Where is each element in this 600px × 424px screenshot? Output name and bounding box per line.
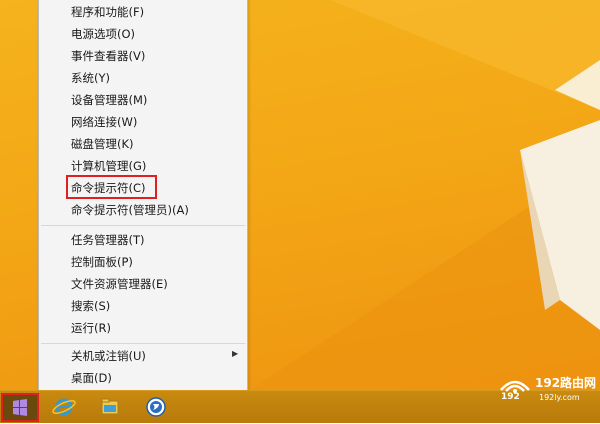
- internet-explorer-button[interactable]: [48, 394, 80, 420]
- watermark-logo: 192路由网 192 192ly.com: [497, 374, 597, 408]
- menu-item-programs-features[interactable]: 程序和功能(F): [71, 5, 144, 19]
- internet-explorer-icon: [52, 398, 76, 416]
- menu-item-device-manager[interactable]: 设备管理器(M): [71, 93, 147, 107]
- store-icon: [146, 397, 166, 417]
- file-explorer-button[interactable]: [94, 394, 126, 420]
- menu-item-task-manager[interactable]: 任务管理器(T): [71, 233, 145, 247]
- menu-item-run[interactable]: 运行(R): [71, 321, 111, 335]
- windows-start-icon: [13, 399, 27, 416]
- menu-item-network-connections[interactable]: 网络连接(W): [71, 115, 137, 129]
- menu-item-system[interactable]: 系统(Y): [71, 71, 110, 85]
- menu-item-event-viewer[interactable]: 事件查看器(V): [71, 49, 145, 63]
- menu-item-shutdown-signout[interactable]: 关机或注销(U): [71, 349, 146, 363]
- submenu-arrow-icon: ▶: [232, 349, 239, 358]
- store-button[interactable]: [140, 394, 172, 420]
- menu-item-control-panel[interactable]: 控制面板(P): [71, 255, 133, 269]
- menu-item-search[interactable]: 搜索(S): [71, 299, 110, 313]
- start-button[interactable]: [1, 393, 39, 422]
- menu-separator: [41, 225, 245, 226]
- menu-item-desktop[interactable]: 桌面(D): [71, 371, 112, 385]
- watermark-number: 192: [501, 392, 520, 402]
- wifi-signal-icon: [500, 380, 530, 393]
- watermark-title: 192路由网: [535, 376, 597, 390]
- menu-item-disk-management[interactable]: 磁盘管理(K): [71, 137, 134, 151]
- watermark-domain: 192ly.com: [539, 393, 580, 402]
- file-explorer-icon: [101, 398, 119, 415]
- menu-item-computer-management[interactable]: 计算机管理(G): [71, 159, 146, 173]
- menu-item-file-explorer[interactable]: 文件资源管理器(E): [71, 277, 168, 291]
- menu-item-command-prompt-admin[interactable]: 命令提示符(管理员)(A): [71, 203, 189, 217]
- menu-separator: [41, 343, 245, 344]
- menu-item-power-options[interactable]: 电源选项(O): [71, 27, 135, 41]
- highlight-annotation-box: [66, 175, 157, 199]
